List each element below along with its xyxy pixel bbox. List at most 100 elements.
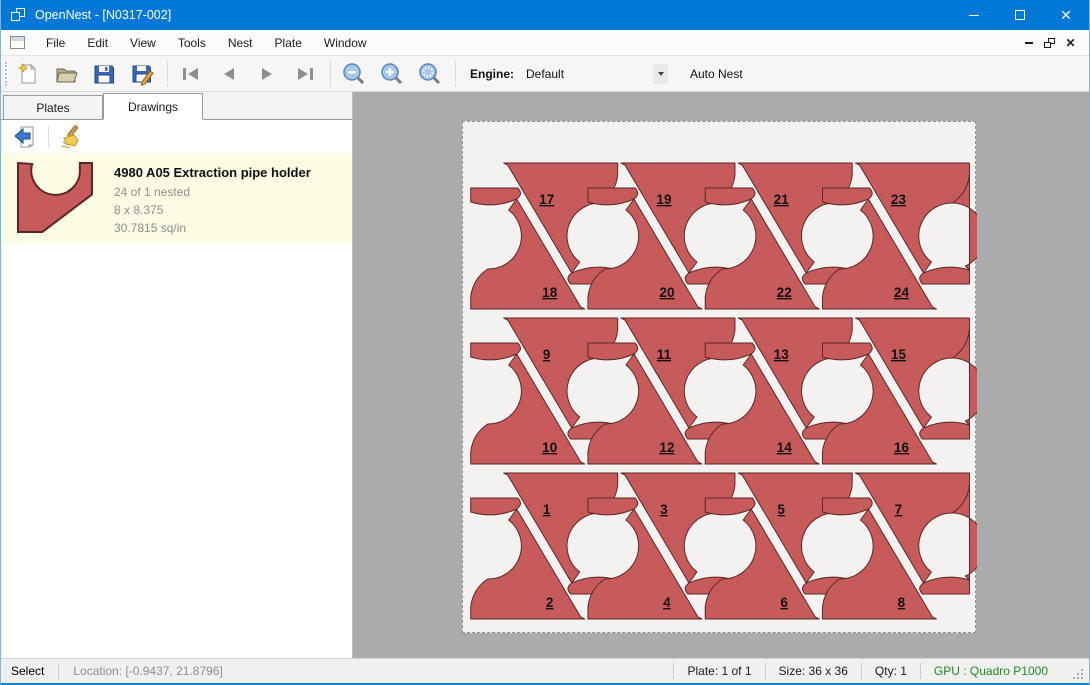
tab-drawings[interactable]: Drawings [103, 93, 203, 120]
drawing-area: 30.7815 sq/in [114, 221, 311, 235]
title-bar: OpenNest - [N0317-002] ✕ [1, 0, 1089, 30]
status-size: Size: 36 x 36 [766, 664, 861, 678]
go-first-button[interactable] [176, 59, 206, 89]
nest-layout: 171819202122232491011121314151612345678 [463, 122, 977, 634]
menu-window[interactable]: Window [313, 32, 378, 54]
mdi-close-button[interactable]: ✕ [1060, 34, 1081, 52]
go-next-icon [255, 62, 279, 86]
status-location: Location: [-0.9437, 21.8796] [59, 664, 236, 678]
mdi-close-icon: ✕ [1065, 36, 1075, 50]
mdi-restore-button[interactable] [1039, 34, 1060, 52]
save-button[interactable] [89, 59, 119, 89]
minimize-icon [969, 15, 979, 16]
menu-tools[interactable]: Tools [167, 32, 217, 54]
maximize-button[interactable] [997, 0, 1043, 30]
part-number-label: 2 [546, 595, 554, 610]
main-toolbar: Engine: Default Auto Nest [1, 56, 1089, 92]
menu-plate[interactable]: Plate [264, 32, 313, 54]
drawings-toolbar [1, 120, 352, 153]
mdi-minimize-button[interactable] [1018, 34, 1039, 52]
drawing-nested-count: 24 of 1 nested [114, 185, 311, 199]
engine-combobox[interactable]: Default [522, 62, 668, 86]
engine-selected-value: Default [522, 67, 653, 81]
status-qty: Qty: 1 [862, 664, 920, 678]
toolbar-separator [167, 61, 168, 87]
save-as-button[interactable] [127, 59, 157, 89]
go-next-button[interactable] [252, 59, 282, 89]
close-icon: ✕ [1060, 8, 1072, 22]
part-number-label: 18 [542, 285, 558, 300]
auto-nest-button[interactable]: Auto Nest [682, 62, 751, 86]
panel-tabs: Plates Drawings [1, 92, 352, 120]
app-icon [11, 7, 27, 23]
drawing-title: 4980 A05 Extraction pipe holder [114, 165, 311, 180]
status-mode: Select [1, 664, 58, 678]
part-thumbnail [13, 161, 99, 237]
menu-nest[interactable]: Nest [217, 32, 264, 54]
menu-view[interactable]: View [119, 32, 167, 54]
left-panel: Plates Drawings [1, 92, 353, 658]
part-number-label: 1 [543, 502, 551, 517]
part-number-label: 23 [891, 192, 907, 207]
engine-label: Engine: [470, 67, 514, 81]
part-number-label: 11 [657, 347, 672, 362]
part-number-label: 9 [543, 347, 551, 362]
part-number-label: 16 [894, 440, 910, 455]
close-button[interactable]: ✕ [1043, 0, 1089, 30]
part-number-label: 6 [780, 595, 788, 610]
go-last-button[interactable] [290, 59, 320, 89]
app-window: OpenNest - [N0317-002] ✕ File Edit View … [0, 0, 1090, 685]
save-icon [92, 62, 116, 86]
window-title: OpenNest - [N0317-002] [35, 8, 171, 22]
menu-file[interactable]: File [35, 32, 76, 54]
part-number-label: 22 [777, 285, 792, 300]
maximize-icon [1015, 10, 1025, 20]
part-number-label: 10 [542, 440, 557, 455]
part-number-label: 5 [777, 502, 785, 517]
mdi-minimize-icon [1025, 42, 1033, 44]
zoom-out-button[interactable] [339, 59, 369, 89]
part-number-label: 7 [895, 502, 903, 517]
status-plate: Plate: 1 of 1 [674, 664, 764, 678]
go-previous-button[interactable] [214, 59, 244, 89]
zoom-out-icon [341, 61, 367, 87]
part-number-label: 4 [663, 595, 671, 610]
menu-edit[interactable]: Edit [76, 32, 119, 54]
new-document-icon [16, 62, 40, 86]
status-gpu: GPU : Quadro P1000 [921, 664, 1061, 678]
go-previous-icon [217, 62, 241, 86]
open-button[interactable] [51, 59, 81, 89]
drawing-list-item[interactable]: 4980 A05 Extraction pipe holder 24 of 1 … [1, 153, 352, 243]
zoom-fit-button[interactable] [415, 59, 445, 89]
go-first-icon [179, 62, 203, 86]
mdi-child-icon[interactable] [10, 36, 25, 49]
part-number-label: 8 [898, 595, 906, 610]
zoom-fit-icon [417, 61, 443, 87]
toolbar-separator [330, 61, 331, 87]
part-number-label: 3 [660, 502, 668, 517]
new-document-button[interactable] [13, 59, 43, 89]
open-folder-icon [54, 62, 78, 86]
plate-sheet[interactable]: 171819202122232491011121314151612345678 [462, 121, 976, 633]
resize-grip[interactable] [1073, 669, 1085, 681]
part-number-label: 15 [891, 347, 907, 362]
nest-canvas[interactable]: 171819202122232491011121314151612345678 [353, 92, 1089, 658]
panel-toolbar-separator [48, 126, 49, 148]
toolbar-grip[interactable] [5, 62, 8, 86]
mdi-restore-icon [1044, 38, 1055, 48]
clean-broom-icon[interactable] [58, 124, 84, 150]
combo-dropdown-arrow[interactable] [653, 64, 668, 84]
drawing-size: 8 x 8.375 [114, 203, 311, 217]
zoom-in-icon [379, 61, 405, 87]
go-last-icon [293, 62, 317, 86]
import-drawing-icon[interactable] [13, 125, 39, 149]
tab-plates[interactable]: Plates [3, 95, 103, 119]
menu-bar: File Edit View Tools Nest Plate Window ✕ [1, 30, 1089, 56]
part-number-label: 21 [774, 192, 790, 207]
zoom-in-button[interactable] [377, 59, 407, 89]
minimize-button[interactable] [951, 0, 997, 30]
part-number-label: 19 [656, 192, 671, 207]
part-number-label: 20 [659, 285, 674, 300]
part-number-label: 13 [774, 347, 790, 362]
part-number-label: 24 [894, 285, 910, 300]
